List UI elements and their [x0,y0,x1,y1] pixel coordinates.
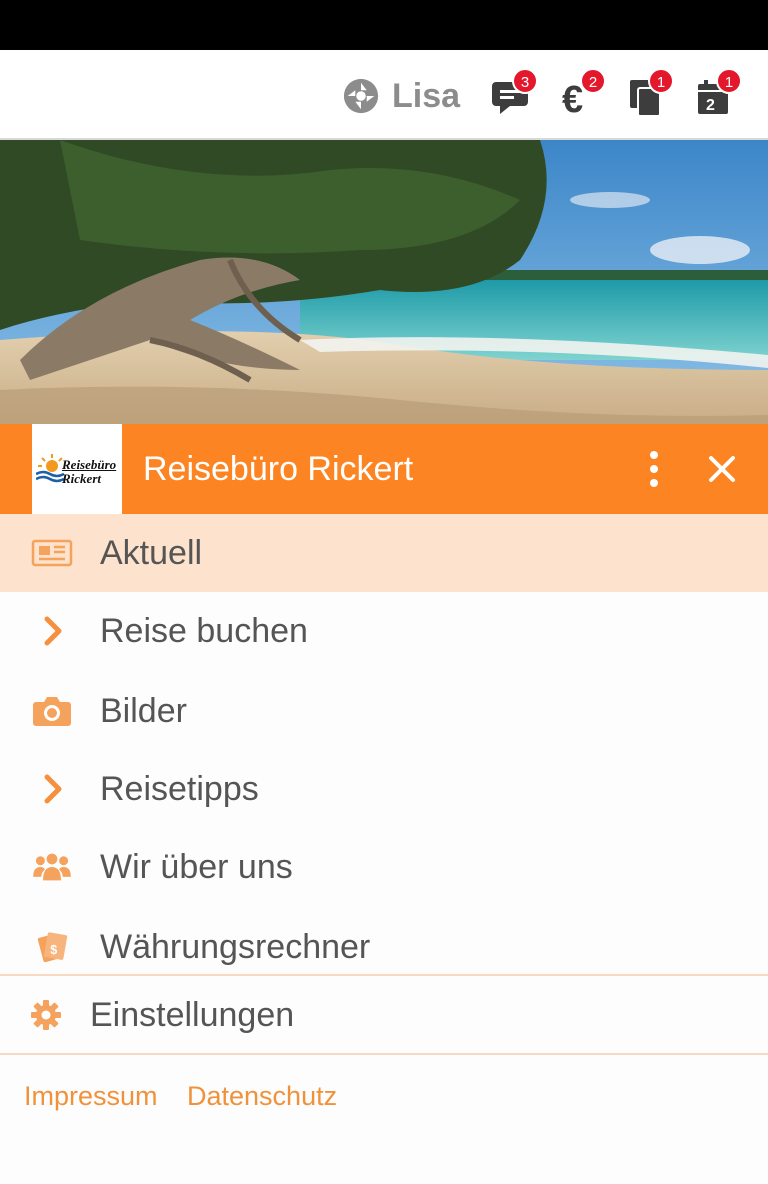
sun-waves-logo-icon [36,454,64,483]
top-bar: Lisa 3 € 2 1 2 1 [0,50,768,140]
app-header: Reisebüro Rickert Reisebüro Rickert [0,424,768,514]
menu-item-aktuell[interactable]: Aktuell [0,514,768,592]
menu-item-label: Währungsrechner [100,928,371,966]
money-icon: $ [37,932,68,963]
menu-item-label: Reisetipps [100,770,259,808]
camera-icon [33,697,71,726]
impressum-link[interactable]: Impressum [24,1081,158,1112]
documents-badge: 1 [648,68,674,94]
menu-item-label: Einstellungen [90,996,295,1034]
menu-item-bilder[interactable]: Bilder [0,672,768,750]
chevron-right-icon [44,774,62,804]
menu-item-label: Bilder [100,692,187,730]
menu-item-reise-buchen[interactable]: Reise buchen [0,592,768,670]
menu-item-label: Aktuell [100,534,203,572]
calendar-button[interactable]: 2 1 [694,68,746,124]
company-logo[interactable]: Reisebüro Rickert [32,424,122,514]
close-icon [709,456,735,482]
menu-item-einstellungen[interactable]: Einstellungen [0,976,768,1054]
messages-button[interactable]: 3 [488,68,540,124]
more-options-button[interactable] [636,446,672,492]
svg-text:$: $ [50,943,57,957]
payments-badge: 2 [580,68,606,94]
newspaper-icon [31,539,73,567]
svg-text:2: 2 [706,97,715,114]
messages-badge: 3 [512,68,538,94]
footer-divider [0,1053,768,1055]
payments-button[interactable]: € 2 [560,68,612,124]
documents-button[interactable]: 1 [626,68,678,124]
menu-item-label: Wir über uns [100,848,293,886]
datenschutz-link[interactable]: Datenschutz [187,1081,337,1112]
gear-icon [31,1000,61,1030]
user-logo-icon [343,78,379,114]
calendar-badge: 1 [716,68,742,94]
app-title: Reisebüro Rickert [143,450,414,488]
more-vertical-icon [650,451,658,487]
users-icon [33,853,71,881]
menu-item-reisetipps[interactable]: Reisetipps [0,750,768,828]
status-bar [0,0,768,50]
user-profile[interactable]: Lisa [342,76,460,116]
user-name: Lisa [392,76,461,115]
menu-item-label: Reise buchen [100,612,308,650]
menu-item-wir-ueber-uns[interactable]: Wir über uns [0,828,768,906]
close-button[interactable] [700,446,744,492]
chevron-right-icon [44,616,62,646]
hero-beach-image [0,140,768,424]
logo-text-line2: Rickert [62,471,101,486]
